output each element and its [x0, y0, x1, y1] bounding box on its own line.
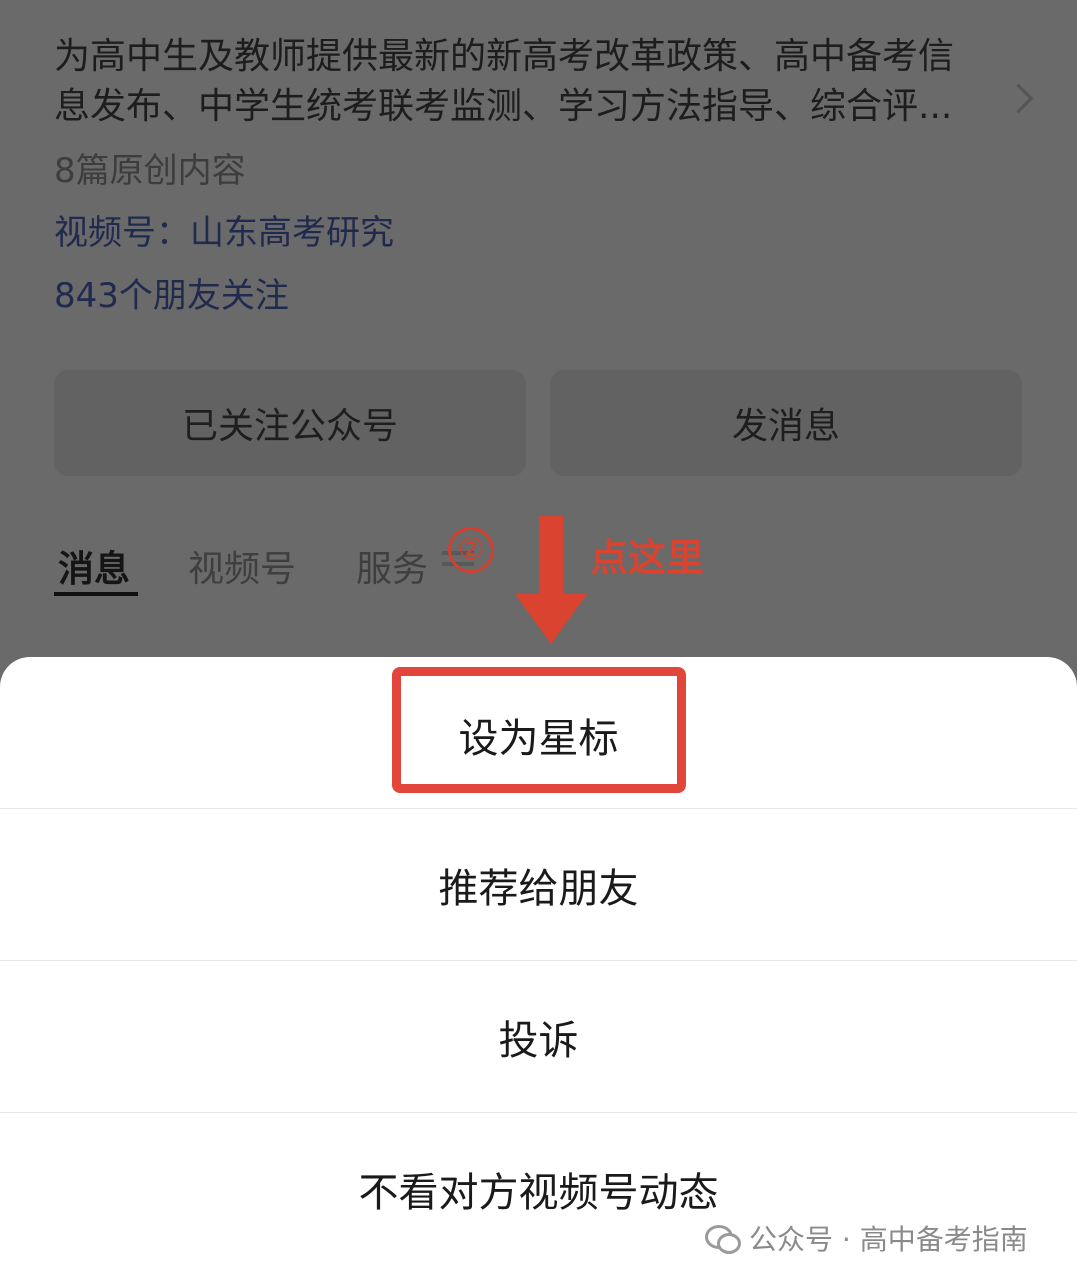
step-number-badge: ② [448, 527, 494, 573]
divider [0, 1112, 1077, 1113]
tab-video-channel[interactable]: 视频号 [188, 540, 296, 592]
annotation-arrow-shaft [539, 516, 563, 596]
watermark-text: 公众号 · 高中备考指南 [749, 1223, 1028, 1256]
tab-services[interactable]: 服务 [356, 540, 428, 592]
active-tab-indicator [54, 592, 138, 596]
friends-following-link[interactable]: 843个朋友关注 [54, 268, 289, 317]
report-button[interactable]: 投诉 [0, 962, 1077, 1112]
description-line-2: 息发布、中学生统考联考监测、学习方法指导、综合评... [54, 86, 953, 127]
send-message-button[interactable]: 发消息 [550, 370, 1022, 476]
description-line-1: 为高中生及教师提供最新的新高考改革政策、高中备考信 [54, 36, 955, 77]
original-content-count: 8篇原创内容 [54, 151, 246, 191]
arrow-down-icon [515, 594, 587, 644]
tab-messages[interactable]: 消息 [58, 540, 130, 592]
wechat-icon [705, 1223, 741, 1254]
highlight-box [392, 667, 686, 793]
account-description[interactable]: 为高中生及教师提供最新的新高考改革政策、高中备考信 息发布、中学生统考联考监测、… [54, 32, 1014, 132]
watermark: 公众号 · 高中备考指南 [705, 1216, 1028, 1260]
followed-account-button[interactable]: 已关注公众号 [54, 370, 526, 476]
recommend-to-friend-button[interactable]: 推荐给朋友 [0, 810, 1077, 960]
annotation-callout: 点这里 [590, 536, 705, 580]
divider [0, 960, 1077, 961]
video-channel-link[interactable]: 视频号：山东高考研究 [54, 205, 394, 254]
divider [0, 808, 1077, 809]
